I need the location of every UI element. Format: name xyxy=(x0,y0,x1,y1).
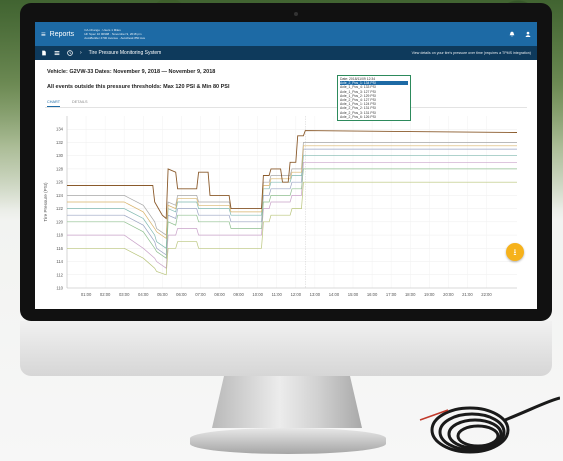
screen: ≡ Reports CA-Change · Users 1 Miles HF S… xyxy=(35,22,537,309)
toolbar: › Tire Pressure Monitoring System View d… xyxy=(35,46,537,60)
x-tick-label: 06:00 xyxy=(176,292,187,297)
y-tick-label: 118 xyxy=(56,233,63,238)
chart-area: 110 112 114 116 118 120 122 124 126 128 130 132 134 0… xyxy=(35,108,537,309)
bell-icon[interactable] xyxy=(509,31,515,37)
x-tick-label: 16:00 xyxy=(367,292,378,297)
series-line xyxy=(67,130,518,220)
x-tick-label: 04:00 xyxy=(138,292,149,297)
y-tick-label: 122 xyxy=(56,206,64,211)
monitor-stand-neck xyxy=(212,376,362,428)
file-icon[interactable] xyxy=(41,50,47,56)
tab-chart[interactable]: CHART xyxy=(47,100,61,107)
y-tick-label: 128 xyxy=(56,166,64,171)
series-line xyxy=(67,145,517,240)
x-tick-label: 22:00 xyxy=(481,292,492,297)
menu-icon[interactable]: ≡ xyxy=(41,30,46,39)
monitor-stand-base xyxy=(190,428,386,454)
x-tick-label: 19:00 xyxy=(424,292,435,297)
x-tick-label: 05:00 xyxy=(157,292,168,297)
y-tick-label: 126 xyxy=(56,180,64,185)
download-icon: ⭳ xyxy=(513,247,517,257)
series-line xyxy=(67,148,517,256)
vehicle-line: Vehicle: G2VW-33 Dates: November 9, 2018… xyxy=(47,69,216,75)
y-tick-label: 112 xyxy=(56,272,63,277)
y-tick-label: 110 xyxy=(56,286,63,291)
x-tick-label: 03:00 xyxy=(119,292,130,297)
user-icon[interactable] xyxy=(525,31,531,37)
x-tick-label: 20:00 xyxy=(443,292,454,297)
threshold-line: All events outside this pressure thresho… xyxy=(47,84,230,90)
account-info: CA-Change · Users 1 Miles HF Spec 10 009… xyxy=(84,28,145,40)
app-title: Reports xyxy=(49,30,75,38)
chart-tooltip: Date: 2018/11/09 12:34 Axle_2_Pos_1: 134… xyxy=(337,75,411,122)
series-line xyxy=(67,161,517,269)
chevron-right-icon: › xyxy=(80,50,82,56)
x-tick-label: 18:00 xyxy=(405,292,416,297)
cable-coil-image xyxy=(419,396,560,454)
toolbar-note: View details on your tire's pressure ove… xyxy=(411,51,531,55)
account-info-line: AutoBuilder 4700 Avenue · AutoDesk 850 A… xyxy=(84,36,146,40)
pressure-chart[interactable]: 110 112 114 116 118 120 122 124 126 128 130 132 134 0… xyxy=(35,108,537,309)
x-tick-label: 07:00 xyxy=(195,292,206,297)
x-tick-label: 10:00 xyxy=(252,292,263,297)
y-tick-label: 124 xyxy=(56,193,64,198)
download-button[interactable]: ⭳ xyxy=(506,243,524,261)
x-tick-label: 15:00 xyxy=(348,292,359,297)
tab-details[interactable]: DETAILS xyxy=(72,100,88,107)
x-tick-label: 09:00 xyxy=(233,292,244,297)
y-axis-label: Tire Pressure (PSI) xyxy=(43,182,48,222)
y-tick-label: 130 xyxy=(56,153,64,158)
app-bar: ≡ Reports CA-Change · Users 1 Miles HF S… xyxy=(35,22,537,46)
x-tick-label: 02:00 xyxy=(100,292,111,297)
y-tick-label: 114 xyxy=(56,259,63,264)
y-tick-label: 120 xyxy=(56,219,64,224)
x-tick-label: 08:00 xyxy=(214,292,225,297)
camera-icon xyxy=(294,12,298,16)
x-tick-label: 01:00 xyxy=(81,292,92,297)
x-tick-label: 21:00 xyxy=(462,292,473,297)
tab-bar: CHART DETAILS xyxy=(47,100,88,107)
clock-icon[interactable] xyxy=(67,50,73,56)
tooltip-line: Axle_2_Pos_6: 126 PSI xyxy=(340,114,376,119)
breadcrumb: Tire Pressure Monitoring System xyxy=(88,50,162,56)
y-tick-label: 134 xyxy=(56,127,64,132)
y-tick-label: 116 xyxy=(56,246,63,251)
x-tick-label: 14:00 xyxy=(329,292,340,297)
list-icon[interactable] xyxy=(54,50,60,56)
x-tick-label: 12:00 xyxy=(291,292,302,297)
x-tick-label: 17:00 xyxy=(386,292,397,297)
x-tick-label: 13:00 xyxy=(310,292,321,297)
x-tick-label: 11:00 xyxy=(272,292,283,297)
main-content: Vehicle: G2VW-33 Dates: November 9, 2018… xyxy=(35,60,537,309)
monitor-chin xyxy=(20,321,552,376)
y-tick-label: 132 xyxy=(56,140,64,145)
